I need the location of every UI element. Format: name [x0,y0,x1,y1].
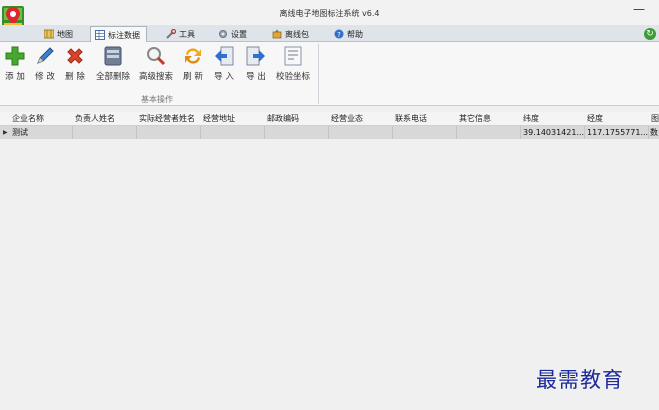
export-icon [246,46,265,66]
cell-longitude[interactable]: 117.1755771... [585,126,649,139]
column-header-postal-code[interactable]: 邮政编码 [267,112,329,126]
title-bar: 离线电子地图标注系统 v6.4 — [0,0,659,30]
advanced-search-icon [147,47,166,66]
delete-all-icon [104,46,122,66]
refresh-icon [185,48,201,64]
online-status-icon[interactable]: ↻ [644,28,656,40]
cell-map[interactable]: 数 [649,126,659,139]
tab-offline-package[interactable]: 离线包 [268,26,315,42]
edit-button[interactable]: 修 改 [32,45,58,87]
tab-tools[interactable]: 工具 [162,26,201,42]
cell-phone[interactable] [393,126,457,139]
delete-all-button[interactable]: 全部删除 [94,45,132,87]
help-icon: ? [334,29,344,39]
grid-header: 企业名称 负责人姓名 实际经营者姓名 经营地址 邮政编码 经营业态 联系电话 其… [0,112,659,126]
ribbon-group-label: 基本操作 [141,95,173,104]
map-icon [44,29,54,39]
cell-address[interactable] [201,126,265,139]
refresh-button[interactable]: 刷 新 [178,45,208,87]
column-header-other-info[interactable]: 其它信息 [459,112,521,126]
tab-map[interactable]: 地图 [40,26,79,42]
tab-settings[interactable]: 设置 [214,26,253,42]
verify-coordinates-icon [284,46,302,66]
column-header-company-name[interactable]: 企业名称 [12,112,72,126]
tab-label: 标注数据 [108,30,140,40]
cell-owner-name[interactable] [73,126,137,139]
cell-business-type[interactable] [329,126,393,139]
minimize-button[interactable]: — [633,2,645,16]
column-header-phone[interactable]: 联系电话 [395,112,457,126]
cell-operator-name[interactable] [137,126,201,139]
svg-text:?: ? [337,31,341,39]
tab-label: 设置 [231,29,247,39]
column-header-operator-name[interactable]: 实际经营者姓名 [139,112,201,126]
ribbon-group-divider [318,44,319,104]
menu-tab-bar: 地图 标注数据 工具 设置 离线包 ? 帮助 [0,25,659,43]
cell-postal-code[interactable] [265,126,329,139]
column-header-map[interactable]: 图 [651,112,659,126]
ribbon-toolbar: 添 加 修 改 删 除 全部删除 高级搜索 刷 新 导 入 导 出 校验坐标 基… [0,42,659,106]
add-button[interactable]: 添 加 [2,45,28,87]
tab-label: 工具 [179,29,195,39]
cell-other-info[interactable] [457,126,521,139]
delete-button[interactable]: 删 除 [62,45,88,87]
table-icon [95,30,105,40]
export-button[interactable]: 导 出 [242,45,270,87]
window-title: 离线电子地图标注系统 v6.4 [279,9,380,18]
edit-icon [37,47,54,64]
column-header-business-type[interactable]: 经营业态 [331,112,393,126]
cell-latitude[interactable]: 39.14031421... [521,126,585,139]
tools-icon [166,29,176,39]
table-row[interactable]: ▶ 测试 39.14031421... 117.1755771... 数 [0,126,659,139]
tab-label: 离线包 [285,29,309,39]
advanced-search-button[interactable]: 高级搜索 [136,45,176,87]
watermark-text: 最需教育 [536,368,624,392]
add-icon [5,46,25,66]
column-header-latitude[interactable]: 纬度 [523,112,585,126]
cell-company-name[interactable]: 测试 [10,126,73,139]
settings-icon [219,30,227,38]
tab-annotation-data[interactable]: 标注数据 [90,26,147,43]
verify-coordinates-button[interactable]: 校验坐标 [274,45,312,87]
import-button[interactable]: 导 入 [210,45,238,87]
column-header-owner-name[interactable]: 负责人姓名 [75,112,137,126]
package-icon [272,29,282,39]
delete-icon [67,48,83,64]
import-icon [215,46,234,66]
tab-help[interactable]: ? 帮助 [330,26,369,42]
tab-label: 帮助 [347,29,363,39]
tab-label: 地图 [57,29,73,39]
column-header-longitude[interactable]: 经度 [587,112,649,126]
row-selector-arrow-icon: ▶ [3,129,8,136]
column-header-address[interactable]: 经营地址 [203,112,265,126]
